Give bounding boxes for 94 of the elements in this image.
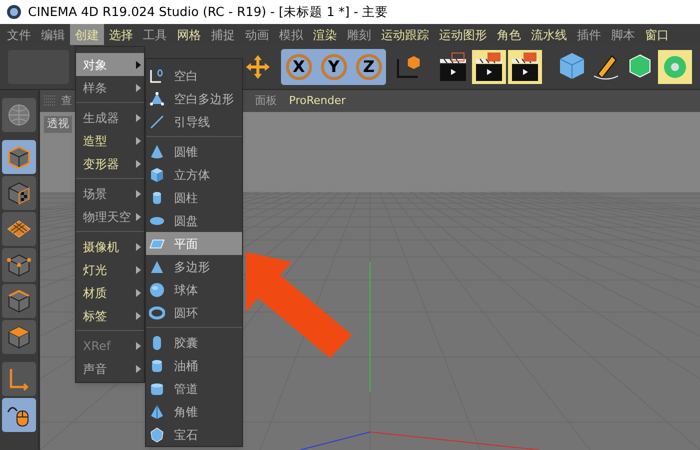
viewport-menu[interactable]: ProRender <box>289 92 346 110</box>
submenu-caret-icon <box>136 288 141 296</box>
menu-item[interactable]: 网格 <box>172 24 206 45</box>
cone-icon <box>149 144 165 160</box>
coordinate-icon[interactable] <box>394 53 422 81</box>
menu-item[interactable]: 对象 <box>76 53 144 76</box>
menu-item[interactable]: 球体 <box>146 278 242 301</box>
submenu-caret-icon <box>136 84 141 92</box>
null-object-icon <box>149 68 165 84</box>
menu-item[interactable]: 选择 <box>104 24 138 45</box>
menu-item[interactable]: 文件 <box>2 24 36 45</box>
edges-cube-icon <box>6 288 32 314</box>
sphere-icon <box>149 282 165 298</box>
menu-item[interactable]: 标签 <box>76 304 144 327</box>
menu-item[interactable]: 管道 <box>146 377 242 400</box>
menu-item[interactable]: 摄像机 <box>76 235 144 258</box>
menu-item[interactable]: 样条 <box>76 76 144 99</box>
submenu-caret-icon <box>136 114 141 122</box>
menu-item[interactable]: 材质 <box>76 281 144 304</box>
cube-icon <box>6 144 32 170</box>
grip-icon <box>44 95 56 107</box>
menu-item[interactable]: 生成器 <box>76 106 144 129</box>
menu-item[interactable]: 编辑 <box>36 24 70 45</box>
submenu-caret-icon <box>136 266 141 274</box>
menu-item[interactable]: 油桶 <box>146 354 242 377</box>
menu-item[interactable]: 圆锥 <box>146 140 242 163</box>
menu-item[interactable]: 胶囊 <box>146 331 242 354</box>
viewport-menu[interactable]: 查 <box>61 92 72 110</box>
menu-item[interactable]: 窗口 <box>640 24 674 45</box>
menu-item[interactable]: 运动跟踪 <box>376 24 434 45</box>
menu-item[interactable]: 运动图形 <box>434 24 492 45</box>
menu-item[interactable]: 空白 <box>146 64 242 87</box>
menu-item[interactable]: 雕刻 <box>342 24 376 45</box>
menu-item[interactable]: 渲染 <box>308 24 342 45</box>
mode-button[interactable] <box>2 320 36 354</box>
menu-item[interactable]: 动画 <box>240 24 274 45</box>
mode-button[interactable] <box>2 248 36 282</box>
menu-item[interactable]: 工具 <box>138 24 172 45</box>
viewport-menu[interactable]: 面板 <box>255 92 277 110</box>
mode-button[interactable] <box>2 398 36 432</box>
submenu-caret-icon <box>136 60 141 68</box>
menu-item[interactable]: 圆盘 <box>146 209 242 232</box>
clapperboard-icon[interactable] <box>508 50 542 84</box>
gem-icon <box>149 426 165 442</box>
menu-item[interactable]: 立方体 <box>146 163 242 186</box>
menu-item[interactable]: 空白多边形 <box>146 87 242 110</box>
menu-item[interactable]: 圆柱 <box>146 186 242 209</box>
triangle-icon <box>149 258 165 274</box>
tube-icon <box>149 380 165 396</box>
clapperboard-icon[interactable] <box>472 50 506 84</box>
mode-button[interactable] <box>2 140 36 174</box>
app-logo-icon <box>6 4 22 20</box>
submenu-caret-icon <box>136 136 141 144</box>
menu-item[interactable]: 造型 <box>76 129 144 152</box>
triangle-icon <box>149 90 165 106</box>
menu-item[interactable]: 引导线 <box>146 110 242 133</box>
menu-item[interactable]: 灯光 <box>76 258 144 281</box>
polygon-cube-icon <box>6 324 32 350</box>
menu-item[interactable]: 变形器 <box>76 152 144 175</box>
mode-button[interactable] <box>2 212 36 246</box>
menu-item[interactable]: 模拟 <box>274 24 308 45</box>
menu-item[interactable]: 脚本 <box>606 24 640 45</box>
window-title: CINEMA 4D R19.024 Studio (RC - R19) - [未标题 1 *] - 主要 <box>28 2 388 21</box>
move-icon[interactable] <box>244 53 272 81</box>
line-icon <box>149 114 165 130</box>
menu-item[interactable]: 宝石 <box>146 423 242 446</box>
submenu-caret-icon <box>136 342 141 350</box>
globe-icon <box>6 102 32 128</box>
menu-item[interactable]: 物理天空 <box>76 205 144 228</box>
menu-item[interactable]: 声音 <box>76 357 144 380</box>
menu-item[interactable]: 流水线 <box>526 24 572 45</box>
pyramid-icon <box>149 404 165 420</box>
viewport-label: 透视 <box>44 116 72 132</box>
menu-item[interactable]: 插件 <box>572 24 606 45</box>
barrel-icon <box>149 358 165 374</box>
menu-item[interactable]: 角锥 <box>146 400 242 423</box>
cube-icon <box>149 166 165 182</box>
mode-button[interactable] <box>2 176 36 210</box>
torus-icon <box>149 304 165 320</box>
menu-item[interactable]: 角色 <box>492 24 526 45</box>
checker-cube-icon <box>6 180 32 206</box>
submenu-caret-icon <box>136 242 141 250</box>
points-cube-icon <box>6 252 32 278</box>
menu-item[interactable]: 平面 <box>146 232 242 255</box>
menu-item[interactable]: 圆环 <box>146 301 242 324</box>
submenu-caret-icon <box>136 160 141 168</box>
mode-button[interactable] <box>2 284 36 318</box>
menu-item[interactable]: 捕捉 <box>206 24 240 45</box>
menu-item[interactable]: 场景 <box>76 182 144 205</box>
submenu-caret-icon <box>136 190 141 198</box>
menu-item[interactable]: 多边形 <box>146 255 242 278</box>
submenu-caret-icon <box>136 212 141 220</box>
submenu-caret-icon <box>136 312 141 320</box>
submenu-caret-icon <box>136 364 141 372</box>
